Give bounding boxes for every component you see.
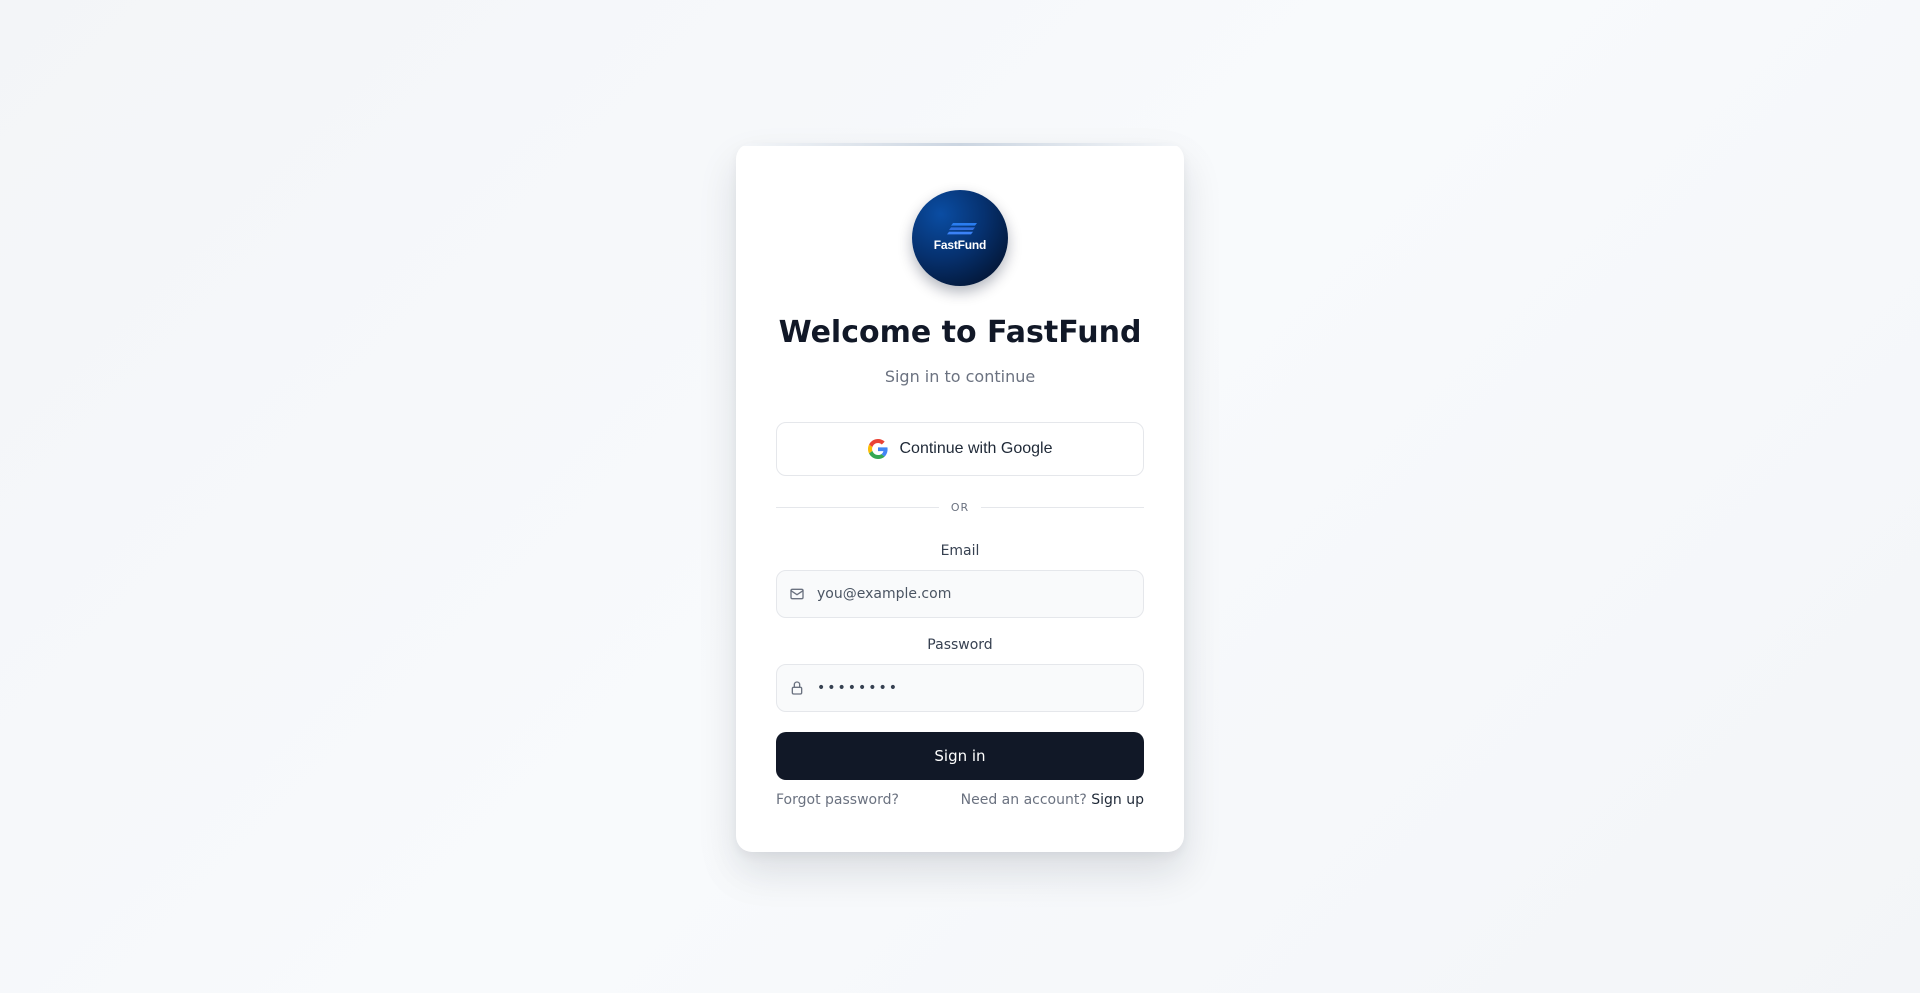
divider-text: OR — [950, 500, 970, 514]
email-input[interactable] — [817, 571, 1143, 617]
mail-icon — [789, 586, 805, 602]
or-divider: OR — [776, 499, 1144, 515]
page-subtitle: Sign in to continue — [884, 367, 1036, 386]
lock-icon — [789, 680, 805, 696]
need-account-text: Need an account? — [960, 792, 1087, 808]
divider-line-left — [776, 506, 939, 508]
signup-prompt: Need an account? Sign up — [961, 792, 1144, 808]
logo-text: FastFund — [933, 238, 987, 252]
password-label: Password — [927, 637, 993, 653]
login-card: FastFund Welcome to FastFund Sign in to … — [736, 143, 1184, 852]
logo-stripes-icon — [947, 223, 977, 235]
card-top-accent — [736, 143, 1184, 146]
form-footer: Forgot password? Need an account? Sign u… — [776, 792, 1144, 808]
google-icon — [867, 439, 888, 459]
google-button-label: Continue with Google — [899, 440, 1053, 457]
fastfund-logo: FastFund — [912, 190, 1008, 286]
sign-up-link[interactable]: Sign up — [1091, 792, 1144, 808]
page-title: Welcome to FastFund — [778, 315, 1142, 350]
continue-with-google-button[interactable]: Continue with Google — [776, 422, 1144, 476]
password-field-wrapper[interactable] — [776, 664, 1144, 712]
sign-in-button[interactable]: Sign in — [776, 732, 1144, 780]
email-label: Email — [940, 543, 980, 559]
password-input[interactable] — [817, 665, 1143, 711]
email-field-wrapper[interactable] — [776, 570, 1144, 618]
divider-line-right — [981, 506, 1144, 508]
forgot-password-link[interactable]: Forgot password? — [776, 792, 899, 808]
